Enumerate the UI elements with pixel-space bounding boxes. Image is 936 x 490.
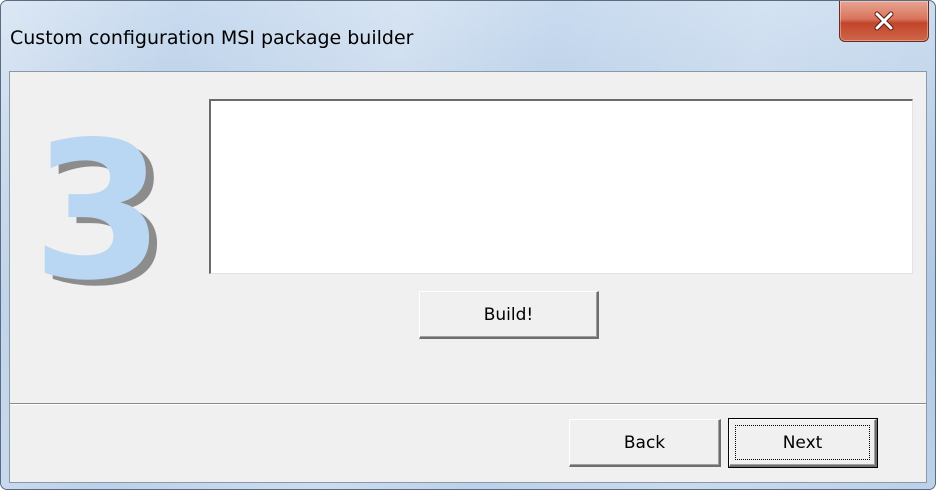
back-button[interactable]: Back [569, 419, 721, 467]
build-output-textbox[interactable] [209, 99, 913, 274]
next-button[interactable]: Next [728, 418, 878, 468]
build-button-label: Build! [483, 304, 534, 325]
dialog-client-area: 3 Build! Back Next [9, 71, 927, 483]
step-number: 3 [32, 101, 164, 322]
title-bar[interactable]: Custom configuration MSI package builder [1, 1, 935, 71]
window-title: Custom configuration MSI package builder [10, 27, 414, 49]
separator [10, 403, 926, 405]
next-button-label: Next [782, 432, 823, 453]
back-button-label: Back [623, 432, 666, 453]
dialog-window: Custom configuration MSI package builder… [0, 0, 936, 490]
build-button[interactable]: Build! [419, 291, 599, 339]
close-button[interactable] [839, 1, 929, 42]
close-icon [873, 11, 895, 31]
